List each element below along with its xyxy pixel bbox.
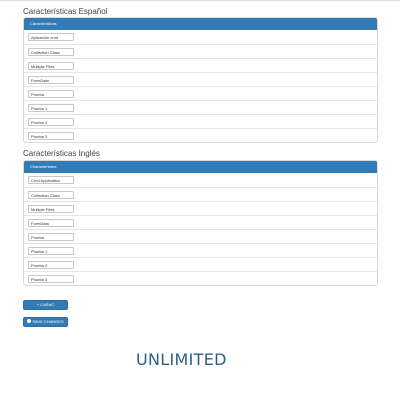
- list-item: [24, 187, 377, 201]
- list-item: [24, 114, 377, 128]
- feature-input[interactable]: [28, 219, 74, 227]
- save-changes-button[interactable]: SAVE CHANGES: [23, 317, 68, 327]
- feature-input[interactable]: [28, 48, 74, 56]
- list-item: [24, 229, 377, 243]
- list-item: [24, 243, 377, 257]
- list-item: [24, 257, 377, 271]
- page: Características Español Características …: [0, 0, 400, 400]
- panel-spanish: Características: [23, 17, 378, 143]
- feature-input[interactable]: [28, 191, 74, 199]
- rows-spanish: [24, 30, 377, 142]
- feature-input[interactable]: [28, 275, 74, 283]
- panel-heading-spanish: Características: [24, 18, 377, 30]
- list-item: [24, 44, 377, 58]
- feature-input[interactable]: [28, 247, 74, 255]
- feature-input[interactable]: [28, 176, 74, 184]
- section-title-spanish: Características Español: [23, 7, 108, 16]
- rows-english: [24, 173, 377, 285]
- list-item: [24, 215, 377, 229]
- feature-input[interactable]: [28, 233, 74, 241]
- list-item: [24, 128, 377, 142]
- section-title-english: Características Inglés: [23, 149, 100, 158]
- list-item: [24, 58, 377, 72]
- list-item: [24, 86, 377, 100]
- list-item: [24, 173, 377, 187]
- watermark-text: UNLIMITED: [136, 350, 227, 369]
- list-item: [24, 72, 377, 86]
- feature-input[interactable]: [28, 132, 74, 140]
- feature-input[interactable]: [28, 261, 74, 269]
- save-icon: [27, 319, 32, 324]
- add-button-label: + CARAC: [36, 302, 55, 307]
- list-item: [24, 100, 377, 114]
- feature-input[interactable]: [28, 118, 74, 126]
- feature-input[interactable]: [28, 76, 74, 84]
- feature-input[interactable]: [28, 62, 74, 70]
- list-item: [24, 271, 377, 285]
- panel-heading-english: Characteristics: [24, 161, 377, 173]
- feature-input[interactable]: [28, 90, 74, 98]
- feature-input[interactable]: [28, 104, 74, 112]
- list-item: [24, 201, 377, 215]
- top-divider: [0, 0, 400, 1]
- feature-input[interactable]: [28, 205, 74, 213]
- feature-input[interactable]: [28, 33, 74, 41]
- list-item: [24, 30, 377, 44]
- save-button-label: SAVE CHANGES: [32, 319, 64, 324]
- add-characteristic-button[interactable]: + CARAC: [23, 300, 68, 310]
- panel-english: Characteristics: [23, 160, 378, 286]
